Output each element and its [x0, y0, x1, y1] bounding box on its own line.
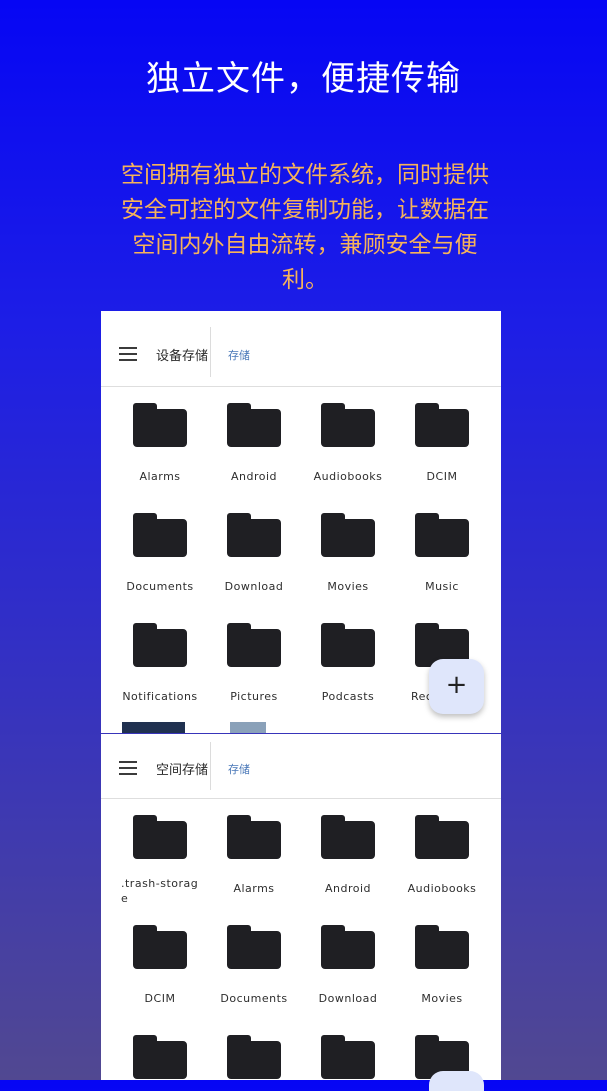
- device-storage-toolbar: 设备存储 存储: [101, 311, 501, 387]
- folder-label: Android: [324, 882, 372, 895]
- folder-icon: [133, 623, 187, 667]
- folder-icon: [227, 925, 281, 969]
- folder-icon: [321, 403, 375, 447]
- image-thumbnail[interactable]: [122, 722, 185, 733]
- folder-item[interactable]: Documents: [113, 497, 207, 607]
- folder-icon: [133, 815, 187, 859]
- folder-icon: [227, 513, 281, 557]
- folder-item[interactable]: Music: [395, 497, 489, 607]
- folder-label: Notifications: [122, 690, 198, 703]
- folder-icon: [227, 623, 281, 667]
- folder-item[interactable]: Audiobooks: [395, 799, 489, 909]
- folder-item[interactable]: Audiobooks: [301, 387, 395, 497]
- folder-icon: [133, 925, 187, 969]
- space-storage-panel: 空间存储 存储 .trash-storage Alarms Android Au…: [101, 734, 501, 1080]
- folder-icon: [415, 403, 469, 447]
- folder-label: DCIM: [144, 992, 176, 1005]
- folder-icon: [321, 815, 375, 859]
- breadcrumb[interactable]: 存储: [228, 761, 250, 777]
- description: 空间拥有独立的文件系统，同时提供安全可控的文件复制功能，让数据在空间内外自由流转…: [121, 162, 489, 293]
- folder-label: Android: [230, 470, 278, 483]
- add-button-partial[interactable]: [429, 1071, 484, 1091]
- folder-item[interactable]: Alarms: [113, 387, 207, 497]
- folder-item[interactable]: [113, 1019, 207, 1080]
- folder-icon: [321, 623, 375, 667]
- folder-item[interactable]: DCIM: [395, 387, 489, 497]
- folder-item[interactable]: .trash-storage: [113, 799, 207, 909]
- folder-item[interactable]: Movies: [301, 497, 395, 607]
- folder-icon: [321, 513, 375, 557]
- folder-label: Pictures: [230, 690, 278, 703]
- folder-icon: [227, 1035, 281, 1079]
- folder-label: Audiobooks: [407, 882, 477, 895]
- folder-icon: [415, 925, 469, 969]
- folder-icon: [321, 1035, 375, 1079]
- folder-item[interactable]: Download: [301, 909, 395, 1019]
- folder-label: Alarms: [139, 470, 181, 483]
- folder-label: Podcasts: [321, 690, 375, 703]
- folder-item[interactable]: Android: [301, 799, 395, 909]
- folder-label: Download: [224, 580, 284, 593]
- folder-label: Documents: [126, 580, 194, 593]
- folder-icon: [227, 403, 281, 447]
- toolbar-title: 设备存储: [156, 349, 209, 364]
- folder-label: Movies: [327, 580, 369, 593]
- folder-label: Documents: [220, 992, 288, 1005]
- folder-label: .trash-storage: [121, 877, 199, 905]
- toolbar-title: 空间存储: [156, 763, 209, 778]
- folder-item[interactable]: Android: [207, 387, 301, 497]
- folder-icon: [227, 815, 281, 859]
- folder-icon: [415, 513, 469, 557]
- folder-icon: [133, 1035, 187, 1079]
- folder-label: Audiobooks: [313, 470, 383, 483]
- folder-label: DCIM: [426, 470, 458, 483]
- folder-item[interactable]: Podcasts: [301, 607, 395, 717]
- folder-icon: [321, 925, 375, 969]
- folder-item[interactable]: [301, 1019, 395, 1080]
- folder-icon: [133, 403, 187, 447]
- headline: 独立文件，便捷传输: [146, 59, 461, 99]
- folder-label: Alarms: [233, 882, 275, 895]
- plus-icon: +: [445, 670, 468, 700]
- image-thumbnail[interactable]: [230, 722, 266, 733]
- folder-item[interactable]: Pictures: [207, 607, 301, 717]
- folder-label: Movies: [421, 992, 463, 1005]
- folder-item[interactable]: Notifications: [113, 607, 207, 717]
- menu-icon[interactable]: [119, 761, 137, 775]
- folder-item[interactable]: Movies: [395, 909, 489, 1019]
- folder-item[interactable]: [207, 1019, 301, 1080]
- breadcrumb[interactable]: 存储: [228, 347, 250, 363]
- folder-label: Music: [425, 580, 459, 593]
- space-storage-toolbar: 空间存储 存储: [101, 734, 501, 799]
- folder-label: Download: [318, 992, 378, 1005]
- folder-item[interactable]: DCIM: [113, 909, 207, 1019]
- toolbar-divider: [210, 742, 211, 790]
- folder-item[interactable]: Alarms: [207, 799, 301, 909]
- add-button[interactable]: +: [429, 659, 484, 714]
- menu-icon[interactable]: [119, 347, 137, 361]
- folder-item[interactable]: Download: [207, 497, 301, 607]
- folder-icon: [133, 513, 187, 557]
- toolbar-divider: [210, 327, 211, 377]
- folder-item[interactable]: Documents: [207, 909, 301, 1019]
- folder-icon: [415, 815, 469, 859]
